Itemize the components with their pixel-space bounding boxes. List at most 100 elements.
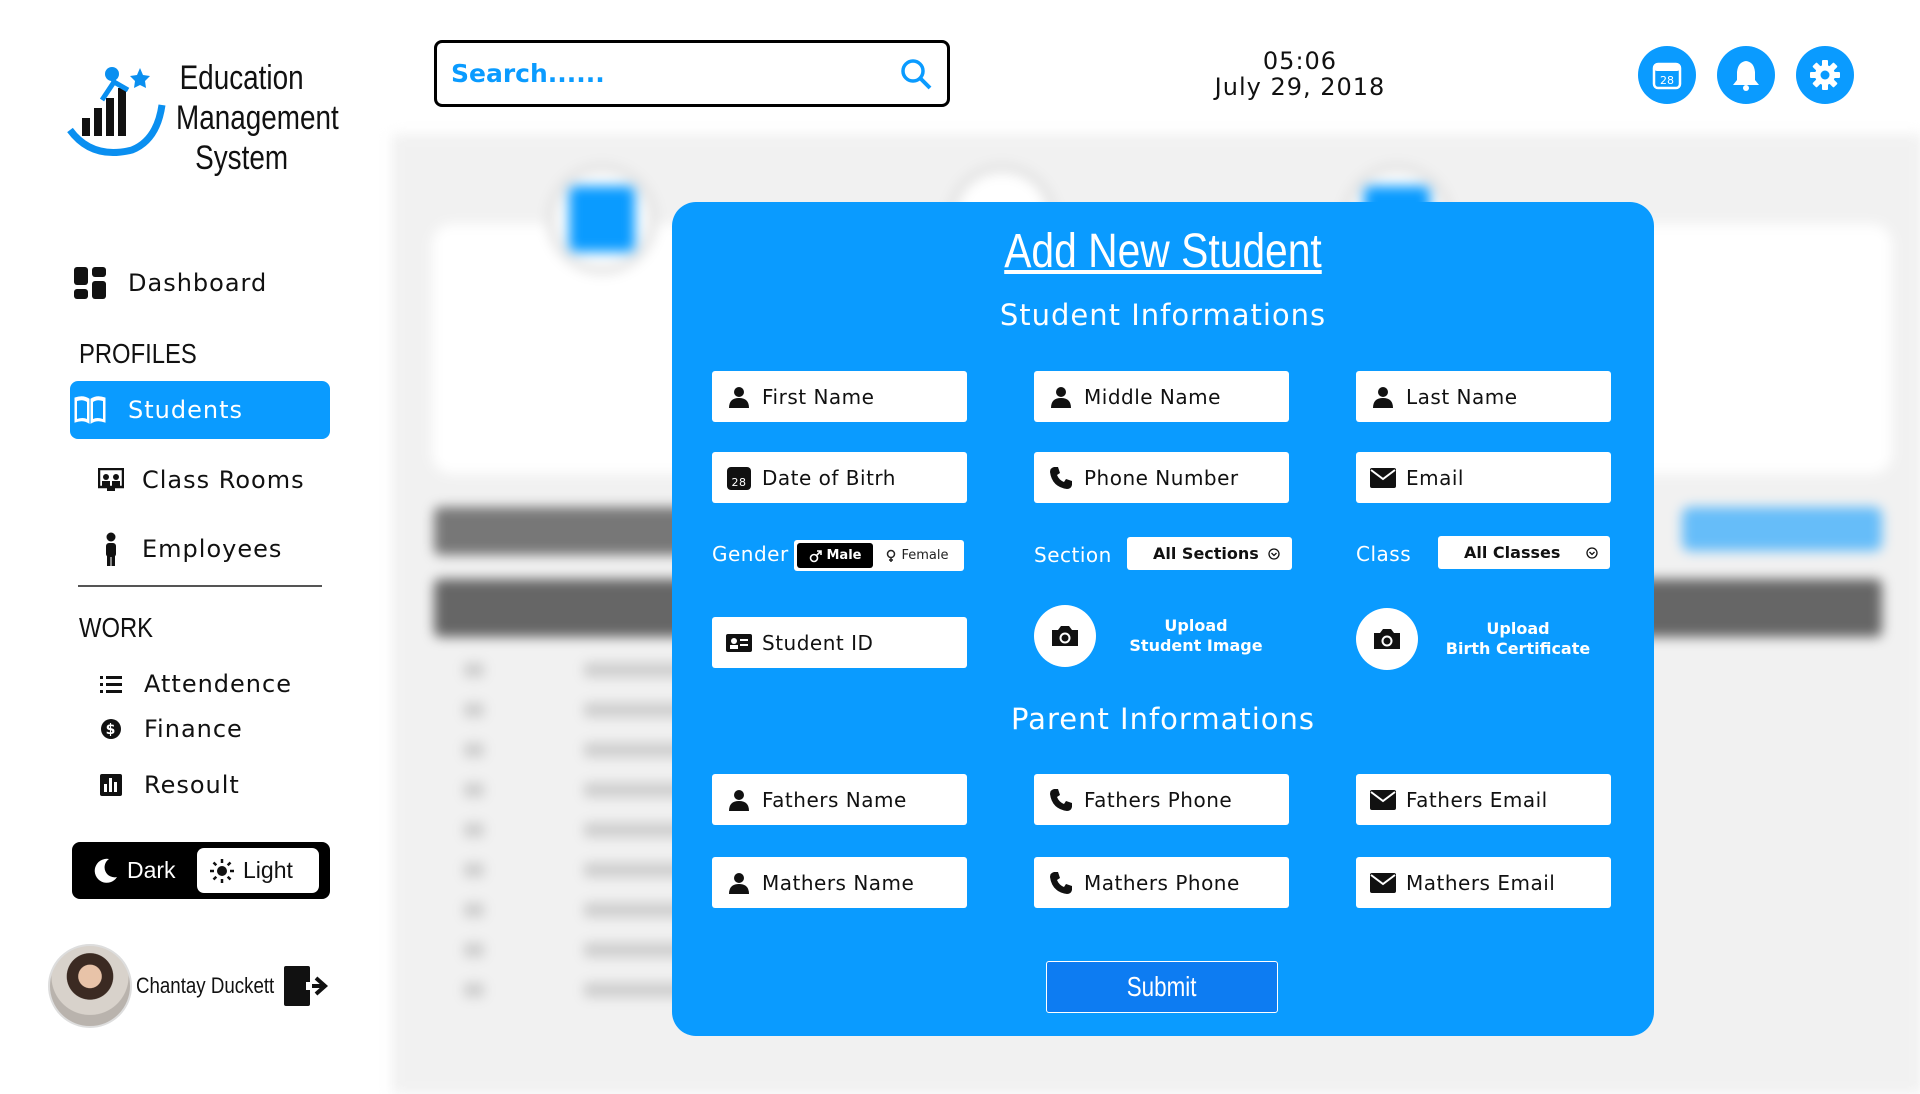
user-name: Chantay Duckett (136, 973, 275, 998)
notifications-button[interactable] (1717, 46, 1775, 104)
chevron-down-icon (1268, 547, 1280, 560)
nav-finance-label: Finance (144, 715, 243, 743)
envelope-icon (1370, 787, 1396, 813)
class-select-value: All Classes (1464, 543, 1561, 562)
upload-birth-line1: Upload (1486, 619, 1550, 638)
mothers-phone-label: Mathers Phone (1084, 870, 1240, 895)
theme-toggle[interactable]: Dark Light (72, 842, 330, 899)
phone-icon (1048, 787, 1074, 813)
phone-label: Phone Number (1084, 465, 1239, 490)
search-icon[interactable] (899, 57, 933, 91)
moon-icon (94, 858, 117, 883)
email-field[interactable]: Email (1356, 452, 1611, 503)
user-icon (1370, 384, 1396, 410)
fathers-name-label: Fathers Name (762, 787, 907, 812)
bg-button (1682, 507, 1882, 551)
envelope-icon (1370, 870, 1396, 896)
gender-male-option[interactable]: Male (797, 543, 873, 568)
clock-date: July 29, 2018 (1214, 73, 1386, 101)
nav-students[interactable]: Students (70, 381, 330, 439)
student-id-label: Student ID (762, 630, 874, 655)
bell-icon (1733, 61, 1759, 91)
upload-birth-line2: Birth Certificate (1445, 639, 1591, 658)
fathers-email-label: Fathers Email (1406, 787, 1548, 812)
student-section-title: Student Informations (999, 298, 1327, 332)
email-label: Email (1406, 465, 1464, 490)
fathers-phone-label: Fathers Phone (1084, 787, 1233, 812)
clock: 05:06 July 29, 2018 (1180, 48, 1420, 100)
brand-line-2: Management (176, 99, 339, 137)
search-input[interactable] (451, 59, 899, 88)
camera-button[interactable] (1034, 605, 1096, 667)
fathers-email-field[interactable]: Fathers Email (1356, 774, 1611, 825)
user-profile: Chantay Duckett (48, 943, 348, 1029)
mothers-name-field[interactable]: Mathers Name (712, 857, 967, 908)
gender-toggle[interactable]: Male Female (794, 540, 964, 571)
user-icon (726, 870, 752, 896)
first-name-label: First Name (762, 384, 875, 409)
camera-icon (1374, 629, 1400, 649)
logo-icon (67, 67, 166, 156)
user-icon (726, 384, 752, 410)
avatar[interactable] (48, 944, 132, 1028)
dob-field[interactable]: 28 Date of Bitrh (712, 452, 967, 503)
mothers-phone-field[interactable]: Mathers Phone (1034, 857, 1289, 908)
svg-text:$: $ (106, 722, 117, 738)
mothers-name-label: Mathers Name (762, 870, 915, 895)
upload-student-image[interactable]: Upload Student Image (1034, 605, 1276, 667)
nav-employees[interactable]: Employees (96, 520, 356, 578)
section-select[interactable]: All Sections (1127, 537, 1292, 570)
mothers-email-field[interactable]: Mathers Email (1356, 857, 1611, 908)
id-card-icon (726, 630, 752, 656)
chevron-down-icon (1586, 546, 1598, 559)
dob-calendar-day: 28 (732, 476, 747, 489)
sidebar: Education Management System Dashboard PR… (0, 0, 390, 1080)
camera-button[interactable] (1356, 608, 1418, 670)
user-icon (1048, 384, 1074, 410)
nav-finance[interactable]: $ Finance (96, 700, 356, 758)
calendar-button[interactable]: 28 (1638, 46, 1696, 104)
search-bar (434, 40, 950, 107)
submit-button[interactable]: Submit (1046, 961, 1278, 1013)
first-name-field[interactable]: First Name (712, 371, 967, 422)
list-icon (96, 664, 126, 704)
theme-light-option[interactable]: Light (197, 848, 319, 893)
phone-field[interactable]: Phone Number (1034, 452, 1289, 503)
upload-student-line1: Upload (1164, 616, 1228, 635)
class-select[interactable]: All Classes (1438, 536, 1610, 569)
fathers-phone-field[interactable]: Fathers Phone (1034, 774, 1289, 825)
calendar-icon: 28 (1652, 62, 1682, 90)
book-icon (70, 390, 110, 430)
theme-dark-option[interactable]: Dark (79, 848, 197, 893)
gender-female-option[interactable]: Female (873, 543, 961, 568)
theme-dark-label: Dark (127, 857, 176, 883)
middle-name-label: Middle Name (1084, 384, 1221, 409)
logout-icon[interactable] (282, 964, 330, 1008)
settings-button[interactable] (1796, 46, 1854, 104)
nav-dashboard[interactable]: Dashboard (70, 254, 330, 312)
parent-section-title: Parent Informations (1010, 702, 1316, 736)
last-name-field[interactable]: Last Name (1356, 371, 1611, 422)
nav-employees-label: Employees (142, 535, 283, 563)
nav-classrooms-label: Class Rooms (142, 466, 305, 494)
submit-label: Submit (1127, 971, 1197, 1002)
profiles-title: PROFILES (79, 338, 197, 369)
section-label: Section (1034, 543, 1112, 567)
bg-circle (547, 164, 657, 274)
nav-classrooms[interactable]: Class Rooms (96, 451, 356, 509)
camera-icon (1052, 626, 1078, 646)
classroom-icon (96, 460, 126, 500)
brand-name: Education Management System (176, 58, 339, 178)
gender-male-label: Male (826, 548, 862, 563)
student-id-field[interactable]: Student ID (712, 617, 967, 668)
envelope-icon (1370, 465, 1396, 491)
nav-attendance-label: Attendence (144, 670, 292, 698)
fathers-name-field[interactable]: Fathers Name (712, 774, 967, 825)
nav-result[interactable]: Resoult (96, 756, 356, 814)
class-label: Class (1356, 542, 1412, 566)
brand-line-1: Education (179, 59, 304, 97)
upload-birth-certificate[interactable]: Upload Birth Certificate (1356, 608, 1598, 670)
modal-title: Add New Student (1004, 225, 1322, 278)
middle-name-field[interactable]: Middle Name (1034, 371, 1289, 422)
mothers-email-label: Mathers Email (1406, 870, 1556, 895)
